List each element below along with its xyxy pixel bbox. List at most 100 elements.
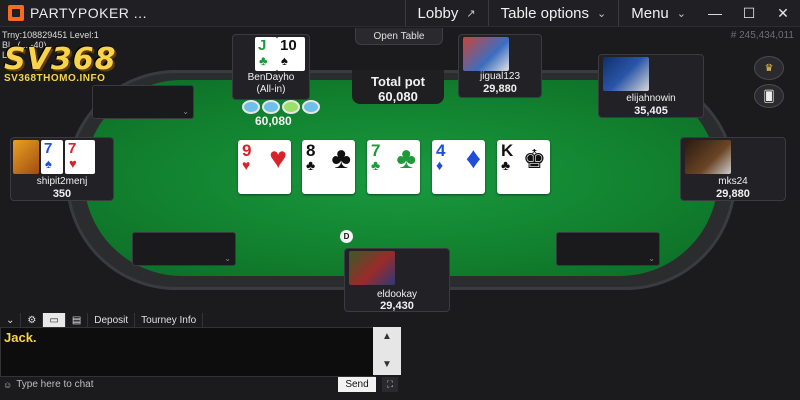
cards-icon[interactable]: 🂠	[754, 84, 784, 108]
seat-jigual123[interactable]: jigual123 29,880	[458, 34, 542, 98]
table-options-label: Table options	[500, 4, 590, 22]
deposit-tab[interactable]: Deposit	[88, 313, 136, 327]
pot-label: Total pot	[371, 74, 425, 89]
club-icon: ♣	[331, 142, 351, 175]
chat-tab[interactable]: ▭	[43, 313, 66, 327]
seat-mks24[interactable]: mks24 29,880	[680, 137, 786, 201]
avatar	[13, 140, 39, 174]
player-stack: 29,880	[483, 83, 517, 95]
empty-seat[interactable]: ⌄	[556, 232, 660, 266]
hole-card: 10 ♠	[277, 37, 305, 71]
table-options-button[interactable]: Table options ⌄	[487, 0, 619, 26]
notes-icon: ▤	[71, 314, 82, 326]
king-face-icon: ♚	[522, 144, 546, 174]
player-stack: 29,880	[716, 188, 750, 200]
heart-icon: ♥	[269, 142, 287, 175]
close-button[interactable]: ✕	[766, 0, 800, 26]
chevron-down-icon: ⌄	[648, 254, 655, 263]
partypoker-logo-icon	[8, 5, 24, 21]
diamond-icon: ♦	[436, 157, 444, 173]
open-table-button[interactable]: Open Table	[355, 28, 443, 45]
board-card: 9 ♥ ♥	[238, 140, 291, 194]
brand-logo: SV368 SV368THOMO.INFO	[4, 42, 116, 84]
table-stats-icon[interactable]: ♛	[754, 56, 784, 80]
cards-glyph-icon: 🂠	[763, 90, 775, 103]
board-card: 7 ♣ ♣	[367, 140, 420, 194]
chat-message: Jack.	[4, 330, 37, 345]
card-rank: 10	[280, 37, 297, 54]
chevron-down-icon: ⌄	[224, 254, 231, 263]
bet-chips-icon	[242, 100, 320, 114]
card-rank: 7	[68, 140, 77, 157]
avatar	[349, 251, 395, 285]
tourney-info-tab[interactable]: Tourney Info	[135, 313, 204, 327]
diamond-icon: ♦	[465, 142, 481, 175]
total-pot: Total pot 60,080	[352, 70, 444, 104]
hand-id: # 245,434,011	[730, 30, 794, 41]
club-icon: ♣	[371, 157, 381, 173]
hole-card: 7 ♠	[41, 140, 63, 174]
send-button[interactable]: Send	[338, 377, 376, 392]
pot-amount: 60,080	[378, 89, 418, 104]
app-title: PARTYPOKER ...	[30, 5, 147, 21]
avatar	[463, 37, 509, 71]
minimize-button[interactable]: —	[698, 0, 732, 26]
club-icon: ♣	[306, 157, 316, 173]
seat-shipit2menj[interactable]: 7 ♠ 7 ♥ shipit2menj 350	[10, 137, 114, 201]
settings-button[interactable]: ⚙	[21, 313, 44, 327]
lobby-button[interactable]: Lobby ↗	[404, 0, 488, 26]
chevron-down-icon: ⌄	[597, 7, 607, 20]
heart-icon: ♥	[242, 157, 251, 173]
club-icon: ♣	[501, 157, 511, 173]
title-bar: PARTYPOKER ... Lobby ↗ Table options ⌄ M…	[0, 0, 800, 27]
empty-seat[interactable]: ⌄	[92, 85, 194, 119]
chip-icon	[302, 100, 320, 114]
chat-input-placeholder: Type here to chat	[16, 379, 94, 390]
player-name: elijahnowin	[626, 93, 676, 104]
player-name: mks24	[718, 176, 748, 187]
board-card: K ♣ ♚	[497, 140, 550, 194]
board-card: 4 ♦ ♦	[432, 140, 485, 194]
heart-icon: ♥	[69, 156, 77, 171]
chat-toolbar: ⌄ ⚙ ▭ ▤ Deposit Tourney Info	[0, 313, 800, 327]
avatar	[603, 57, 649, 91]
menu-button[interactable]: Menu ⌄	[618, 0, 698, 26]
emoji-icon[interactable]: ☺	[3, 380, 12, 390]
hole-card: 7 ♥	[65, 140, 95, 174]
spade-icon: ♠	[281, 53, 288, 68]
chip-icon	[242, 100, 260, 114]
card-rank: J	[258, 37, 267, 54]
lobby-label: Lobby	[417, 4, 459, 22]
chevron-down-icon: ⌄	[6, 314, 15, 326]
player-name: jigual123	[479, 71, 521, 82]
collapse-chat-button[interactable]: ⌄	[0, 313, 22, 327]
seat-elijahnowin[interactable]: elijahnowin 35,405	[598, 54, 704, 118]
seat-bendayho[interactable]: J ♣ 10 ♠ BenDayho (All-in)	[232, 34, 310, 100]
chevron-down-icon: ⌄	[676, 7, 686, 20]
spade-icon: ♠	[45, 156, 52, 171]
brand-name: SV368	[4, 42, 117, 77]
chat-scrollbar[interactable]: ▲ ▼	[373, 327, 401, 375]
scroll-up-icon[interactable]: ▲	[373, 331, 401, 342]
hole-card: J ♣	[255, 37, 277, 71]
chip-icon	[282, 100, 300, 114]
maximize-button[interactable]: ☐	[732, 0, 766, 26]
chat-log: Jack.	[0, 327, 375, 377]
dealer-button: D	[340, 230, 353, 243]
scroll-down-icon[interactable]: ▼	[373, 359, 401, 370]
expand-chat-icon[interactable]: ⛶	[382, 377, 398, 392]
empty-seat[interactable]: ⌄	[132, 232, 236, 266]
club-icon: ♣	[259, 53, 268, 68]
chat-input[interactable]: ☺ Type here to chat	[0, 377, 338, 392]
brand-url: SV368THOMO.INFO	[4, 73, 106, 84]
chevron-down-icon: ⌄	[182, 107, 189, 116]
player-name: shipit2menj	[36, 176, 88, 187]
player-name: BenDayho	[247, 72, 295, 83]
chip-icon	[262, 100, 280, 114]
menu-label: Menu	[631, 4, 669, 22]
seat-eldookay[interactable]: eldookay 29,430	[344, 248, 450, 312]
external-arrow-icon: ↗	[466, 7, 476, 20]
notes-tab[interactable]: ▤	[66, 313, 89, 327]
hud-icon: ♛	[764, 62, 774, 74]
player-status: (All-in)	[256, 84, 286, 95]
